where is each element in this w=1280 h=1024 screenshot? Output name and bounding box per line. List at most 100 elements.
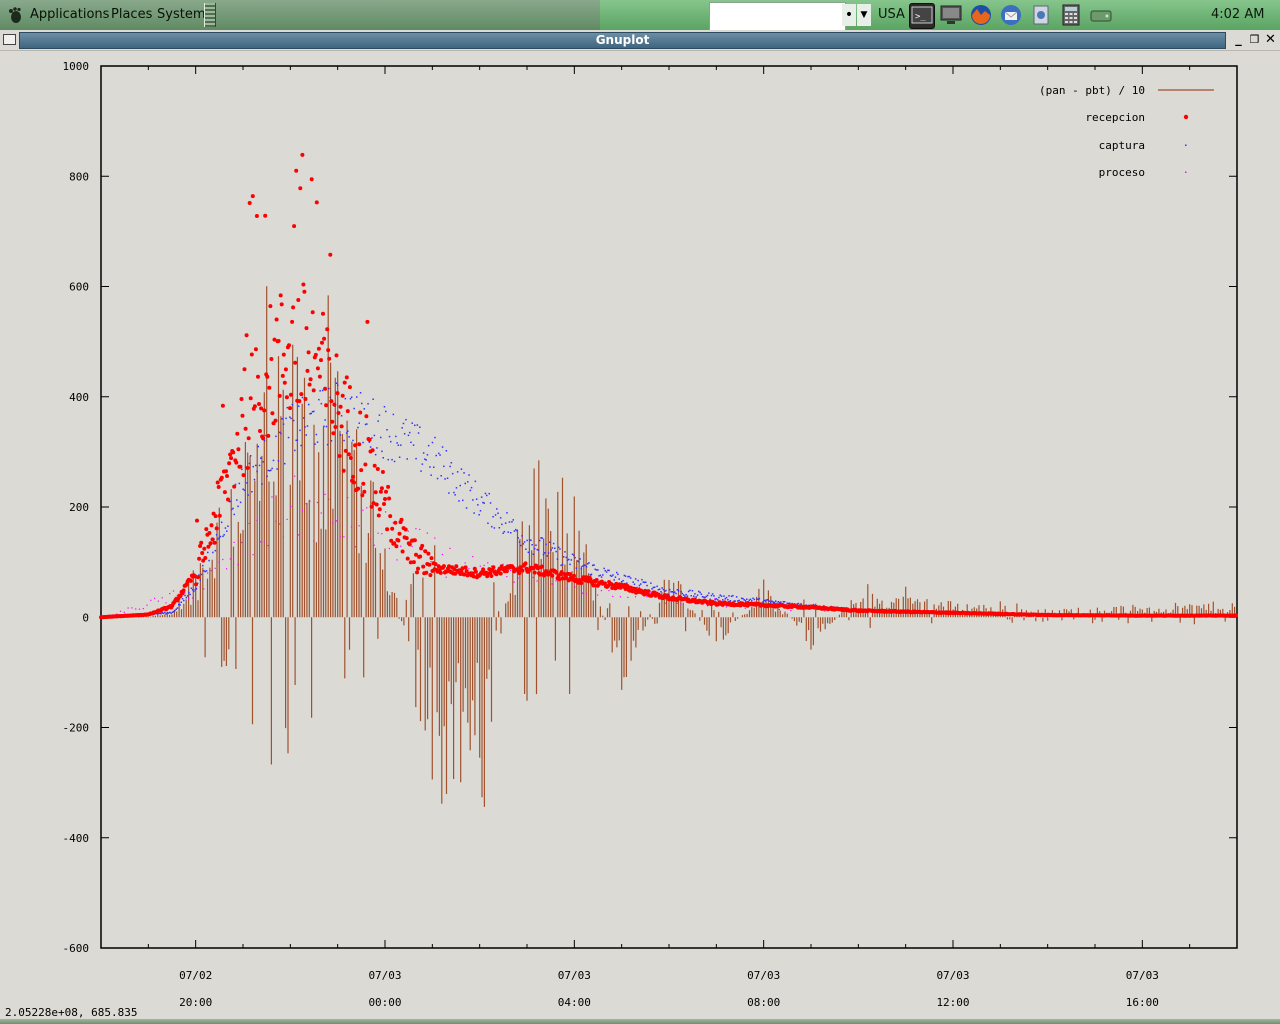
recepcion-point bbox=[353, 443, 358, 448]
captura-point bbox=[525, 548, 527, 550]
captura-point bbox=[170, 612, 172, 614]
captura-point bbox=[248, 462, 251, 465]
proceso-point bbox=[434, 537, 436, 539]
search-dot[interactable]: • bbox=[842, 4, 856, 26]
settings-icon[interactable] bbox=[1029, 3, 1053, 27]
proceso-point bbox=[411, 545, 413, 548]
proceso-point bbox=[324, 493, 326, 495]
recepcion-point bbox=[325, 327, 330, 332]
proceso-point bbox=[339, 535, 341, 538]
captura-point bbox=[705, 595, 708, 598]
maximize-icon[interactable]: ❐ bbox=[1247, 32, 1262, 48]
captura-point bbox=[179, 604, 181, 606]
recepcion-point bbox=[301, 282, 306, 287]
captura-point bbox=[610, 575, 613, 577]
recepcion-point bbox=[411, 560, 416, 565]
captura-point bbox=[412, 444, 415, 446]
captura-point bbox=[744, 599, 747, 602]
x-tick-label-date: 07/03 bbox=[747, 969, 780, 982]
window-titlebar[interactable]: Gnuplot _ ❐ ✕ bbox=[0, 30, 1280, 51]
captura-point bbox=[598, 575, 600, 577]
recepcion-point bbox=[232, 484, 237, 489]
captura-point bbox=[556, 558, 559, 560]
captura-point bbox=[427, 444, 430, 447]
recepcion-point bbox=[266, 433, 271, 438]
captura-point bbox=[451, 472, 454, 475]
recepcion-point bbox=[347, 385, 352, 390]
captura-point bbox=[300, 444, 302, 447]
captura-point bbox=[193, 590, 195, 593]
captura-point bbox=[458, 500, 460, 502]
recepcion-point bbox=[384, 489, 388, 494]
gnome-foot-icon[interactable] bbox=[6, 6, 24, 24]
proceso-point bbox=[445, 576, 447, 578]
captura-point bbox=[580, 567, 583, 570]
recepcion-point bbox=[372, 463, 377, 468]
window-menu-icon[interactable] bbox=[3, 34, 16, 45]
firefox-icon[interactable] bbox=[969, 3, 993, 27]
recepcion-point bbox=[399, 517, 404, 522]
captura-point bbox=[512, 519, 514, 521]
recepcion-point bbox=[346, 452, 351, 457]
captura-point bbox=[532, 553, 535, 555]
title-strip[interactable]: Gnuplot bbox=[19, 32, 1226, 49]
clock[interactable]: 4:02 AM bbox=[1211, 6, 1264, 24]
captura-point bbox=[718, 596, 720, 599]
captura-point bbox=[687, 590, 690, 593]
proceso-point bbox=[585, 593, 587, 595]
recepcion-point bbox=[554, 570, 559, 575]
recepcion-point bbox=[258, 429, 262, 433]
proceso-point bbox=[714, 597, 716, 600]
drive-icon[interactable] bbox=[1089, 3, 1113, 27]
captura-point bbox=[386, 429, 388, 431]
terminal-icon[interactable]: >_ bbox=[909, 3, 935, 29]
recepcion-point bbox=[288, 406, 292, 411]
captura-point bbox=[337, 384, 339, 386]
panel-drag-handle[interactable] bbox=[204, 3, 216, 27]
chevron-down-icon[interactable]: ▼ bbox=[857, 4, 871, 26]
captura-point bbox=[448, 492, 450, 494]
menu-applications[interactable]: Applications bbox=[30, 6, 109, 24]
proceso-point bbox=[600, 590, 602, 592]
thunderbird-icon[interactable] bbox=[999, 3, 1023, 27]
captura-point bbox=[493, 527, 496, 529]
captura-point bbox=[256, 470, 258, 473]
captura-point bbox=[588, 562, 590, 564]
captura-point bbox=[694, 593, 696, 595]
captura-point bbox=[318, 398, 320, 401]
proceso-point bbox=[661, 592, 663, 594]
recepcion-point bbox=[261, 436, 266, 441]
recepcion-point bbox=[418, 554, 423, 559]
menu-places[interactable]: Places bbox=[111, 6, 152, 24]
captura-point bbox=[226, 530, 228, 532]
recepcion-point bbox=[216, 485, 221, 489]
recepcion-point bbox=[236, 447, 241, 452]
proceso-point bbox=[290, 505, 292, 508]
calculator-icon[interactable] bbox=[1059, 3, 1083, 27]
captura-point bbox=[320, 402, 323, 405]
proceso-point bbox=[385, 511, 387, 513]
captura-point bbox=[711, 593, 714, 595]
captura-point bbox=[231, 508, 233, 511]
captura-point bbox=[651, 588, 653, 590]
captura-point bbox=[775, 600, 777, 602]
search-input[interactable] bbox=[709, 2, 846, 32]
captura-point bbox=[436, 477, 439, 480]
recepcion-point bbox=[315, 366, 320, 371]
gnuplot-canvas[interactable]: 1000 800 600 400 200 0 -200 -400 -600 07/02 20:00 0… bbox=[0, 51, 1280, 1019]
recepcion-point bbox=[328, 252, 333, 257]
menu-system[interactable]: System bbox=[157, 6, 205, 24]
captura-point bbox=[537, 549, 540, 551]
captura-point bbox=[382, 457, 384, 459]
captura-point bbox=[407, 434, 410, 437]
keyboard-layout-indicator[interactable]: USA bbox=[878, 6, 905, 24]
captura-point bbox=[527, 551, 530, 554]
captura-point bbox=[292, 419, 295, 422]
captura-point bbox=[406, 458, 408, 460]
close-icon[interactable]: ✕ bbox=[1263, 32, 1278, 48]
captura-point bbox=[191, 589, 194, 591]
recepcion-point bbox=[239, 397, 244, 401]
minimize-icon[interactable]: _ bbox=[1231, 32, 1246, 48]
captura-point bbox=[520, 544, 522, 547]
monitor-icon[interactable] bbox=[939, 3, 963, 27]
